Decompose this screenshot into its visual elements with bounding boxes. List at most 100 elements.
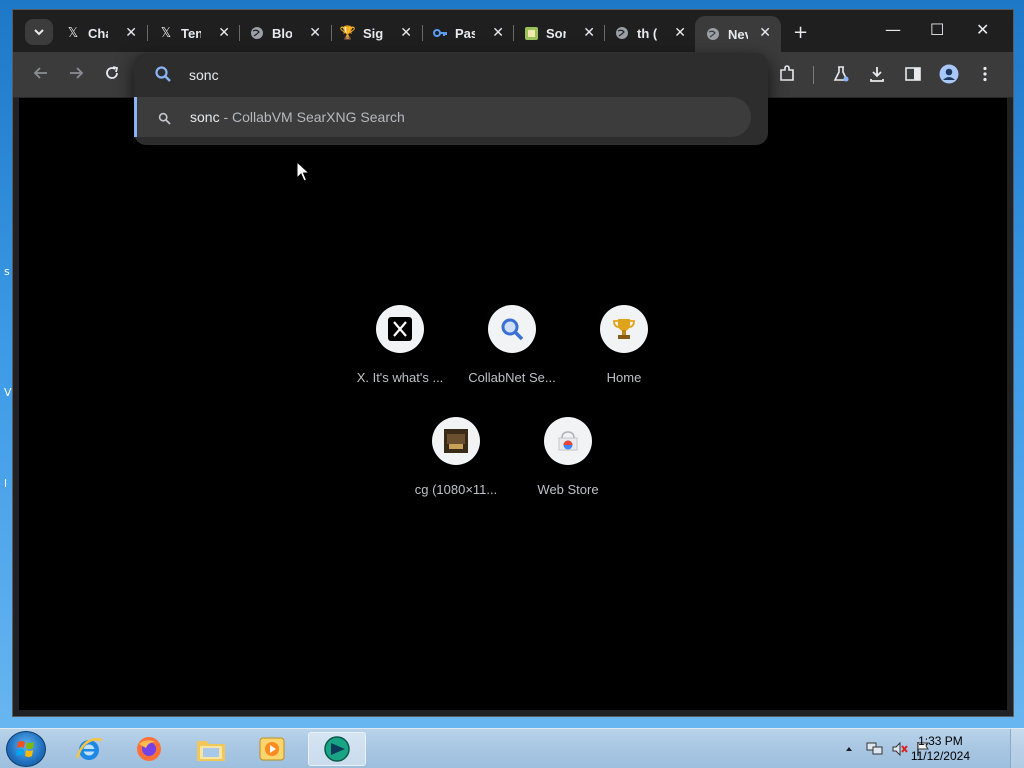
close-icon[interactable]: ✕ — [674, 25, 686, 41]
shortcut-icon — [600, 305, 648, 353]
close-icon[interactable]: ✕ — [759, 25, 771, 41]
internet-explorer-icon — [75, 738, 103, 760]
puzzle-icon — [780, 65, 794, 81]
tab-1[interactable]: 𝕏 Ten ✕ — [158, 18, 230, 48]
arrow-left-icon — [33, 67, 47, 79]
magnifier-icon — [501, 318, 524, 341]
tab-2[interactable]: Blo ✕ — [249, 18, 321, 48]
tab-6[interactable]: th ( ✕ — [614, 18, 686, 48]
tab-separator — [422, 25, 423, 41]
folder-icon — [197, 741, 225, 761]
search-icon — [154, 65, 172, 87]
more-vert-icon — [983, 66, 987, 82]
tab-title: Pas — [455, 25, 475, 41]
shortcut-tile[interactable]: Home — [568, 305, 680, 385]
tab-title: Blo — [272, 25, 292, 41]
tab-separator — [331, 25, 332, 41]
globe-icon — [614, 25, 630, 41]
omnibox-dropdown: sonc - CollabVM SearXNG Search — [134, 53, 768, 145]
show-desktop-button[interactable] — [1010, 729, 1024, 768]
firefox-icon — [137, 737, 161, 761]
back-button[interactable] — [33, 65, 49, 85]
tab-0[interactable]: 𝕏 Cha ✕ — [65, 18, 137, 48]
shortcut-tile[interactable]: CollabNet Se... — [456, 305, 568, 385]
close-icon[interactable]: ✕ — [125, 25, 137, 41]
media-player-icon — [259, 737, 285, 761]
close-icon[interactable]: ✕ — [400, 25, 412, 41]
profile-button[interactable] — [939, 64, 959, 84]
download-icon — [870, 67, 884, 82]
toolbar-separator — [813, 66, 814, 84]
omnibox-suggestion[interactable]: sonc - CollabVM SearXNG Search — [134, 97, 751, 137]
tab-title: th ( — [637, 25, 657, 41]
extensions-button[interactable] — [777, 64, 797, 84]
side-panel-icon — [905, 67, 921, 81]
reload-button[interactable] — [104, 65, 120, 85]
tab-separator — [147, 25, 148, 41]
key-icon — [432, 25, 448, 41]
web-store-icon — [558, 431, 578, 451]
volume-tray-icon[interactable] — [891, 729, 909, 768]
x-logo-icon: 𝕏 — [67, 25, 79, 41]
mouse-cursor-icon — [296, 161, 310, 182]
network-tray-icon[interactable] — [866, 729, 884, 768]
menu-button[interactable] — [975, 64, 995, 84]
shortcut-label: X. It's what's ... — [356, 370, 444, 385]
tab-title: Nev — [728, 26, 748, 42]
arrow-right-icon — [70, 67, 84, 79]
image-thumbnail-icon — [444, 429, 468, 453]
shortcut-tile[interactable]: Web Store — [512, 417, 624, 497]
close-icon[interactable]: ✕ — [492, 25, 504, 41]
tab-3[interactable]: 🏆 Sig ✕ — [340, 18, 412, 48]
labs-button[interactable] — [831, 64, 851, 84]
shortcut-icon — [432, 417, 480, 465]
system-clock[interactable]: 1:33 PM 11/12/2024 — [911, 734, 970, 764]
forward-button[interactable] — [68, 65, 84, 85]
tab-5[interactable]: Son ✕ — [523, 18, 595, 48]
taskbar-firefox[interactable] — [122, 732, 176, 766]
tab-title: Sig — [363, 25, 383, 41]
tab-separator — [513, 25, 514, 41]
reload-icon — [106, 66, 119, 79]
address-bar-input[interactable] — [189, 65, 689, 85]
minimize-button[interactable]: — — [885, 20, 901, 39]
omnibox-input-row — [134, 53, 768, 97]
flask-icon — [833, 66, 849, 82]
close-icon[interactable]: ✕ — [583, 25, 595, 41]
desktop-fragment: l — [4, 477, 8, 490]
globe-icon — [249, 25, 265, 41]
close-icon[interactable]: ✕ — [309, 25, 321, 41]
start-button[interactable] — [6, 731, 46, 767]
taskbar-ie[interactable] — [62, 732, 116, 766]
close-window-button[interactable]: ✕ — [976, 20, 989, 39]
globe-icon — [705, 26, 721, 42]
downloads-button[interactable] — [867, 64, 887, 84]
shortcut-label: cg (1080×11... — [414, 482, 498, 497]
shortcut-tile[interactable]: X. It's what's ... — [344, 305, 456, 385]
maximize-button[interactable]: ☐ — [930, 20, 944, 39]
close-icon[interactable]: ✕ — [218, 25, 230, 41]
tab-title: Cha — [88, 25, 108, 41]
site-icon — [523, 25, 539, 41]
shortcut-tile[interactable]: cg (1080×11... — [400, 417, 512, 497]
clock-time: 1:33 PM — [918, 734, 963, 748]
volume-muted-icon — [892, 741, 908, 757]
tab-4[interactable]: Pas ✕ — [432, 18, 504, 48]
taskbar-browser-active[interactable] — [308, 732, 366, 766]
shortcut-label: Home — [606, 370, 642, 385]
suggestion-separator: - — [219, 109, 233, 125]
avatar-icon — [939, 64, 959, 84]
x-logo-icon: 𝕏 — [160, 25, 172, 41]
show-hidden-icons-button[interactable] — [844, 729, 854, 768]
tab-search-button[interactable] — [25, 19, 53, 45]
suggestion-text: sonc - CollabVM SearXNG Search — [190, 109, 405, 125]
taskbar-media-player[interactable] — [245, 732, 299, 766]
tab-7-active[interactable]: Nev ✕ — [695, 16, 781, 52]
suggestion-engine: CollabVM SearXNG Search — [232, 109, 405, 125]
side-panel-button[interactable] — [903, 64, 923, 84]
taskbar-explorer[interactable] — [184, 732, 238, 766]
tab-separator — [239, 25, 240, 41]
new-tab-button[interactable]: + — [793, 22, 808, 43]
shortcut-label: CollabNet Se... — [468, 370, 556, 385]
taskbar: 1:33 PM 11/12/2024 — [0, 728, 1024, 768]
